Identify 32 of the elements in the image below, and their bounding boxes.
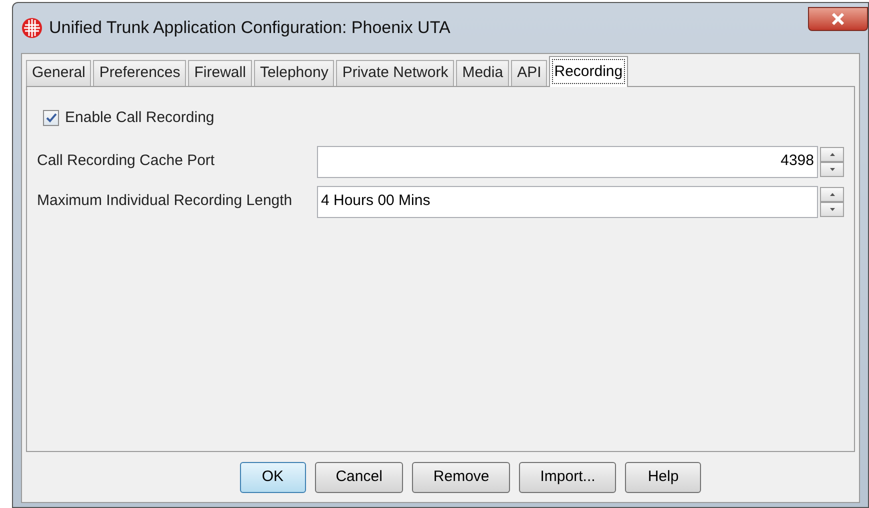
spin-down-button[interactable]	[820, 202, 844, 216]
spin-down-button[interactable]	[820, 162, 844, 176]
checkbox[interactable]	[43, 110, 59, 126]
spin-up-button[interactable]	[820, 146, 844, 162]
close-icon	[831, 13, 845, 25]
checkbox-label: Enable Call Recording	[65, 108, 214, 128]
tab[interactable]: Firewall	[188, 60, 252, 86]
dialog-button[interactable]: Cancel	[314, 462, 404, 492]
tab[interactable]: General	[26, 60, 92, 86]
tab[interactable]: Preferences	[93, 60, 186, 86]
dialog-button[interactable]: Remove	[412, 462, 510, 492]
spinner-field[interactable]: 4398	[317, 146, 818, 178]
up-arrow-icon	[830, 192, 834, 196]
dialog-button[interactable]: Import...	[519, 462, 616, 492]
spinner-field[interactable]: 4 Hours 00 Mins	[317, 186, 818, 218]
field-label: Maximum Individual Recording Length	[37, 191, 294, 212]
down-arrow-icon	[830, 208, 834, 210]
dialog-button[interactable]: OK	[240, 462, 306, 492]
globe-icon	[21, 17, 43, 39]
up-arrow-icon	[830, 152, 834, 156]
tab[interactable]: API	[511, 60, 548, 86]
field-label: Call Recording Cache Port	[37, 151, 216, 172]
tab[interactable]: Private Network	[336, 60, 454, 86]
tab[interactable]: Telephony	[254, 60, 334, 86]
tab[interactable]: Recording	[549, 56, 628, 87]
close-button[interactable]	[808, 7, 868, 31]
dialog-button[interactable]: Help	[625, 462, 702, 492]
window-title: Unified Trunk Application Configuration: Phoenix UTA	[49, 17, 450, 40]
tab[interactable]: Media	[456, 60, 510, 86]
spin-up-button[interactable]	[820, 186, 844, 202]
check-icon	[46, 113, 56, 124]
down-arrow-icon	[830, 168, 834, 170]
